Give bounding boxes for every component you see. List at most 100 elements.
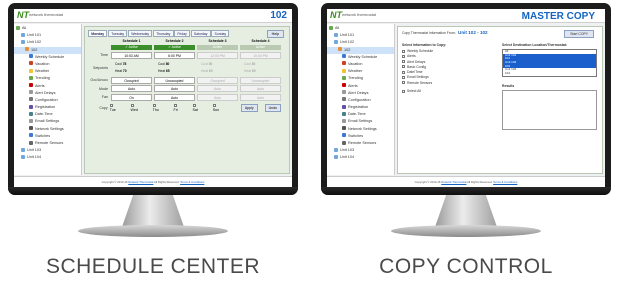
tree-item[interactable]: Vacation [327,61,394,68]
tree-item[interactable]: Weather [14,68,81,75]
heat-setpoint[interactable]: 65 [209,69,213,73]
active-toggle[interactable]: Active [197,44,238,50]
fan-select[interactable]: On [111,93,152,101]
copy-day-checkbox[interactable]: Fri [173,104,188,112]
tree-item[interactable]: 102 [327,46,394,54]
tree-item[interactable]: Configuration [14,97,81,104]
copy-from-value: Unit 102 - 102 [458,30,488,35]
tree-item[interactable]: Unit 101 [14,32,81,39]
fan-select[interactable]: Auto [197,93,238,101]
tree-item[interactable]: All [14,25,81,32]
tree-item[interactable]: Unit 101 [327,32,394,39]
active-toggle[interactable]: Active [240,44,281,50]
tree-item[interactable]: Network Settings [327,126,394,133]
schedule-panel: Monday Tuesday Wednesday Thursday Friday Satu… [84,26,290,174]
tab-friday[interactable]: Friday [174,30,191,37]
tree-item[interactable]: Unit 102 [327,39,394,46]
cool-setpoint[interactable]: 78 [123,62,127,66]
cool-setpoint[interactable]: 80 [252,62,256,66]
monitor-neck-right [435,195,497,227]
select-all-checkbox[interactable]: Select All [402,89,421,93]
tree-item[interactable]: Unit 103 [14,147,81,154]
heat-setpoint[interactable]: 65 [252,69,256,73]
copy-day-checkbox[interactable]: Sun [212,104,229,112]
tree-item[interactable]: Trending [14,75,81,82]
monitor-neck-left [122,195,184,227]
tree-item[interactable]: Weather [327,68,394,75]
tree-item[interactable]: Weekly Schedule [14,54,81,61]
calendar-icon [342,54,346,59]
undo-button[interactable]: Undo [264,103,281,112]
tree-item[interactable]: Registration [14,104,81,111]
tree-item[interactable]: Email Settings [14,118,81,125]
tree-item[interactable]: Alert Delays [14,90,81,97]
copy-day-checkbox[interactable]: Sat [192,104,208,112]
tree-item[interactable]: Date-Time [14,111,81,118]
mode-select[interactable]: Auto [111,85,152,92]
heat-setpoint[interactable]: 65 [166,69,170,73]
tree-item[interactable]: 102 [14,46,81,54]
tree-item[interactable]: Date-Time [327,111,394,118]
tree-item[interactable]: Alert Delays [327,90,394,97]
tree-item[interactable]: Weekly Schedule [327,54,394,61]
mode-select[interactable]: Auto [197,85,238,92]
tree-item[interactable]: Unit 104 [14,154,81,161]
tree-item[interactable]: Email Settings [327,118,394,125]
help-button[interactable]: Help [266,30,284,38]
tree-item[interactable]: Unit 103 [327,147,394,154]
suitcase-icon [342,61,346,66]
copy-day-checkbox[interactable]: Wed [130,104,148,112]
time-input[interactable]: 12:00 PM [197,51,238,59]
active-toggle[interactable]: ✓ Active [154,44,195,50]
tree-item[interactable]: Unit 104 [327,154,394,161]
active-toggle[interactable]: ✓ Active [111,44,152,50]
tree-item[interactable]: Switches [14,133,81,140]
tree-item[interactable]: Unit 102 [14,39,81,46]
cool-setpoint[interactable]: 80 [209,62,213,66]
copy-day-checkbox[interactable]: Thu [152,104,169,112]
thermostat-icon [21,154,25,159]
tree-item[interactable]: Registration [327,104,394,111]
tree-item[interactable]: Vacation [14,61,81,68]
sensor-icon [29,140,33,145]
copy-day-checkbox[interactable]: Tue [109,104,126,112]
occ-select[interactable]: Occupied [197,76,238,84]
tree-item[interactable]: Remote Sensors [14,140,81,147]
results-box [502,90,597,130]
tree-item[interactable]: Switches [327,133,394,140]
tab-tuesday[interactable]: Tuesday [107,30,128,37]
start-copy-button[interactable]: Start COPY [564,30,594,38]
occ-select[interactable]: Unoccupied [154,76,195,84]
occ-select[interactable]: Occupied [111,76,152,84]
tree-item[interactable]: Network Settings [14,126,81,133]
caption-copy-control: COPY CONTROL [379,255,553,278]
fan-select[interactable]: Auto [154,93,195,101]
mode-select[interactable]: Auto [154,85,195,92]
apply-button[interactable]: Apply [240,103,258,112]
tree-item[interactable]: Trending [327,75,394,82]
page-title: MASTER COPY [521,11,595,22]
tab-saturday[interactable]: Saturday [190,30,211,37]
occ-select[interactable]: Unoccupied [240,76,281,84]
time-input[interactable]: 6:00 PM [154,51,195,59]
fan-select[interactable]: Auto [240,93,281,101]
time-input[interactable]: 10:00 PM [240,51,281,59]
tree-item[interactable]: Alerts [327,83,394,90]
time-input[interactable]: 10:53 AM [111,51,152,59]
tab-sunday[interactable]: Sunday [211,30,230,37]
mode-select[interactable]: Auto [240,85,281,92]
destination-list[interactable]: All Unit 101 101 Unit 103 103 Unit 104 104 [502,49,597,77]
list-item[interactable]: 104 [503,71,596,76]
copy-option-checkbox[interactable]: Remote Sensors [402,81,492,86]
tree-item[interactable]: Alerts [14,83,81,90]
thermostat-icon [21,32,25,37]
heat-setpoint[interactable]: 70 [123,69,127,73]
tree-item[interactable]: Configuration [327,97,394,104]
tab-wednesday[interactable]: Wednesday [127,30,153,37]
tree-item[interactable]: All [327,25,394,32]
book-icon [342,104,346,109]
cool-setpoint[interactable]: 80 [166,62,170,66]
tab-monday[interactable]: Monday [88,30,108,37]
tab-thursday[interactable]: Thursday [152,30,174,37]
tree-item[interactable]: Remote Sensors [327,140,394,147]
